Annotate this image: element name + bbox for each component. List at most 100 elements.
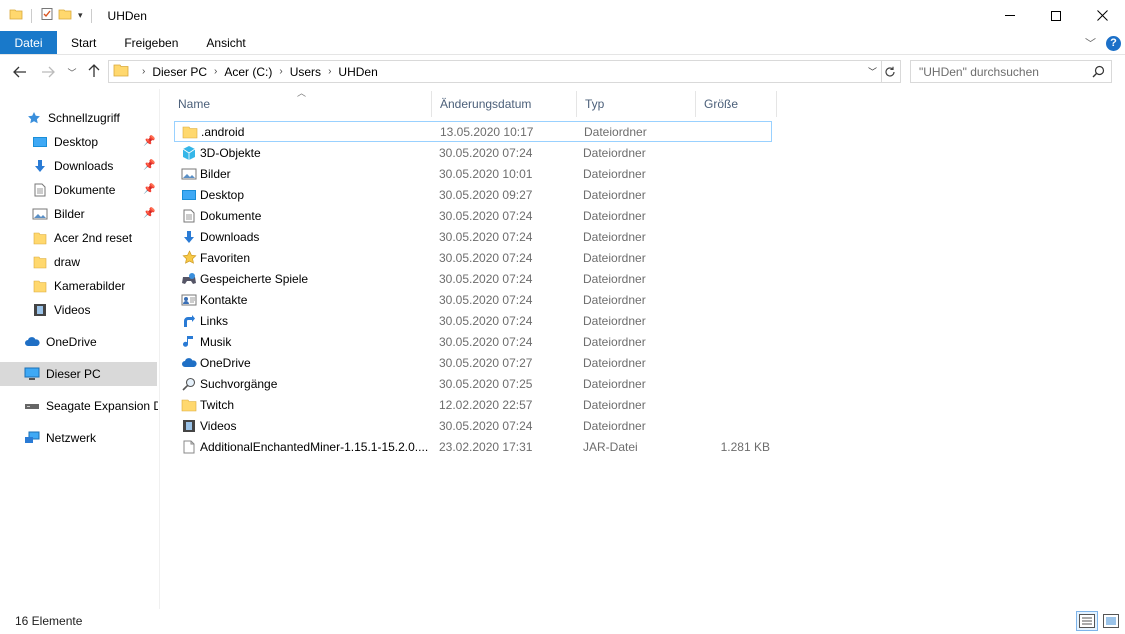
- file-row[interactable]: Gespeicherte Spiele 30.05.2020 07:24 Dat…: [174, 268, 772, 289]
- file-row[interactable]: Links 30.05.2020 07:24 Dateiordner: [174, 310, 772, 331]
- file-date: 13.05.2020 10:17: [440, 124, 534, 139]
- large-icons-view-button[interactable]: [1100, 611, 1122, 631]
- up-button[interactable]: [86, 63, 102, 79]
- nav-item-acer-2nd-reset[interactable]: Acer 2nd reset: [32, 226, 132, 250]
- nav-label: OneDrive: [46, 335, 97, 349]
- maximize-icon: [1051, 10, 1061, 21]
- nav-this-pc[interactable]: Dieser PC: [0, 362, 157, 386]
- nav-network[interactable]: Netzwerk: [24, 426, 96, 450]
- column-header-type[interactable]: Typ: [577, 91, 696, 117]
- chevron-right-icon[interactable]: ›: [142, 66, 145, 77]
- pin-icon[interactable]: 📌: [143, 184, 155, 195]
- tab-file[interactable]: Datei: [0, 31, 57, 54]
- nav-label: Videos: [54, 303, 91, 317]
- title-bar: ▾ UHDen: [0, 0, 1125, 31]
- column-header-date[interactable]: Änderungsdatum: [432, 91, 577, 117]
- file-type: Dateiordner: [583, 292, 646, 307]
- pin-icon[interactable]: 📌: [143, 160, 155, 171]
- tab-view[interactable]: Ansicht: [192, 31, 259, 54]
- nav-label: Dieser PC: [46, 367, 101, 381]
- file-name: Gespeicherte Spiele: [200, 271, 309, 286]
- videos-icon: [32, 302, 48, 318]
- breadcrumb-uhden[interactable]: UHDen: [338, 65, 377, 79]
- new-folder-icon[interactable]: [58, 7, 72, 24]
- details-view-button[interactable]: [1076, 611, 1098, 631]
- refresh-button[interactable]: [879, 60, 901, 83]
- help-icon[interactable]: ?: [1106, 35, 1121, 51]
- nav-onedrive[interactable]: OneDrive: [24, 330, 97, 354]
- search-box[interactable]: [910, 60, 1112, 83]
- file-row[interactable]: OneDrive 30.05.2020 07:27 Dateiordner: [174, 352, 772, 373]
- nav-item-downloads[interactable]: Downloads: [32, 154, 113, 178]
- maximize-button[interactable]: [1033, 0, 1079, 31]
- nav-item-documents[interactable]: Dokumente: [32, 178, 115, 202]
- nav-quick-access[interactable]: Schnellzugriff: [26, 106, 120, 130]
- properties-icon[interactable]: [40, 7, 54, 24]
- file-row[interactable]: .android 13.05.2020 10:17 Dateiordner: [174, 121, 772, 142]
- file-row[interactable]: Twitch 12.02.2020 22:57 Dateiordner: [174, 394, 772, 415]
- tab-share[interactable]: Freigeben: [110, 31, 192, 54]
- breadcrumb-users[interactable]: Users: [290, 65, 321, 79]
- address-bar[interactable]: › Dieser PC › Acer (C:) › Users › UHDen …: [108, 60, 882, 83]
- minimize-button[interactable]: [987, 0, 1033, 31]
- file-row[interactable]: Musik 30.05.2020 07:24 Dateiordner: [174, 331, 772, 352]
- nav-label: Netzwerk: [46, 431, 97, 445]
- file-row[interactable]: Desktop 30.05.2020 09:27 Dateiordner: [174, 184, 772, 205]
- column-header-name[interactable]: Name: [170, 91, 432, 117]
- customize-toolbar-icon[interactable]: ▾: [78, 10, 83, 21]
- breadcrumb-this-pc[interactable]: Dieser PC: [152, 65, 207, 79]
- file-row[interactable]: Favoriten 30.05.2020 07:24 Dateiordner: [174, 247, 772, 268]
- search-input[interactable]: [919, 64, 1089, 79]
- tab-start[interactable]: Start: [57, 31, 110, 54]
- expand-ribbon-icon[interactable]: ﹀: [1085, 35, 1096, 51]
- file-date: 30.05.2020 07:25: [439, 376, 533, 391]
- desktop-icon: [32, 134, 48, 150]
- file-type: Dateiordner: [583, 334, 646, 349]
- pin-icon[interactable]: 📌: [143, 208, 155, 219]
- file-row[interactable]: Suchvorgänge 30.05.2020 07:25 Dateiordne…: [174, 373, 772, 394]
- file-name: Kontakte: [200, 292, 248, 307]
- column-header-size[interactable]: Größe: [696, 91, 777, 117]
- file-type: Dateiordner: [583, 418, 646, 433]
- file-type: Dateiordner: [583, 145, 646, 160]
- file-date: 30.05.2020 07:24: [439, 313, 533, 328]
- file-row[interactable]: Downloads 30.05.2020 07:24 Dateiordner: [174, 226, 772, 247]
- search-icon[interactable]: [1092, 65, 1105, 81]
- downloads-icon: [32, 158, 48, 174]
- nav-seagate-drive[interactable]: Seagate Expansion Dr: [24, 394, 158, 418]
- close-icon: [1096, 10, 1108, 21]
- file-name: .android: [201, 124, 245, 139]
- back-button[interactable]: [12, 64, 28, 80]
- nav-label: draw: [54, 255, 81, 269]
- file-type: Dateiordner: [583, 208, 646, 223]
- file-row[interactable]: AdditionalEnchantedMiner-1.15.1-15.2.0..…: [174, 436, 772, 457]
- nav-item-videos[interactable]: Videos: [32, 298, 90, 322]
- nav-item-draw[interactable]: draw: [32, 250, 80, 274]
- forward-button[interactable]: [40, 64, 56, 80]
- chevron-right-icon[interactable]: ›: [214, 66, 217, 77]
- divider: [31, 8, 32, 23]
- file-row[interactable]: 3D-Objekte 30.05.2020 07:24 Dateiordner: [174, 142, 772, 163]
- close-button[interactable]: [1079, 0, 1125, 31]
- file-row[interactable]: Dokumente 30.05.2020 07:24 Dateiordner: [174, 205, 772, 226]
- folder-icon[interactable]: [9, 7, 23, 24]
- nav-item-desktop[interactable]: Desktop: [32, 130, 98, 154]
- nav-item-pictures[interactable]: Bilder: [32, 202, 85, 226]
- file-date: 23.02.2020 17:31: [439, 439, 533, 454]
- breadcrumb-acer-c[interactable]: Acer (C:): [224, 65, 272, 79]
- file-row[interactable]: Kontakte 30.05.2020 07:24 Dateiordner: [174, 289, 772, 310]
- file-date: 30.05.2020 07:24: [439, 271, 533, 286]
- chevron-right-icon[interactable]: ›: [279, 66, 282, 77]
- nav-label: Seagate Expansion Dr: [46, 399, 158, 413]
- nav-item-kamerabilder[interactable]: Kamerabilder: [32, 274, 125, 298]
- breadcrumb: › Dieser PC › Acer (C:) › Users › UHDen: [135, 65, 378, 79]
- file-row[interactable]: Videos 30.05.2020 07:24 Dateiordner: [174, 415, 772, 436]
- divider: [90, 8, 92, 23]
- chevron-right-icon[interactable]: ›: [328, 66, 331, 77]
- recent-locations-button[interactable]: ﹀: [64, 64, 80, 80]
- quick-access-toolbar: ▾: [0, 0, 96, 31]
- file-name: Downloads: [200, 229, 260, 244]
- navigation-pane: Schnellzugriff Desktop 📌 Downloads 📌 Dok…: [0, 89, 160, 609]
- file-row[interactable]: Bilder 30.05.2020 10:01 Dateiordner: [174, 163, 772, 184]
- pin-icon[interactable]: 📌: [143, 136, 155, 147]
